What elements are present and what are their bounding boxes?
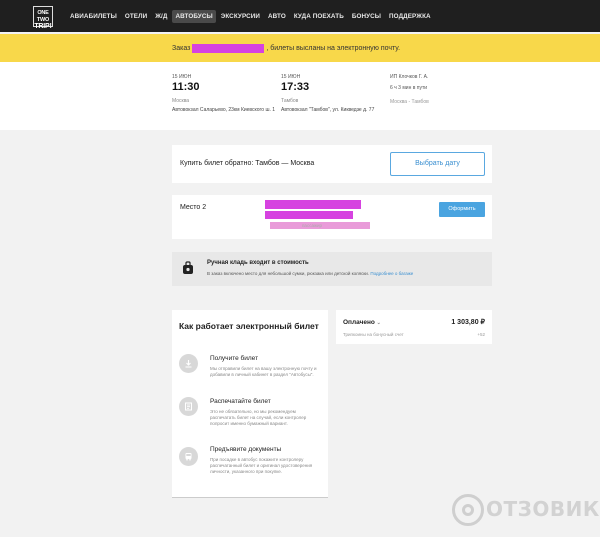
payment-summary: Оплачено ⌄ 1 303,80 ₽ Трипкоины на бонус… — [336, 310, 492, 344]
departure-date: 15 ИЮН — [172, 74, 192, 80]
step-get-ticket-desc: Мы отправили билет на вашу электронную п… — [210, 366, 317, 377]
watermark-logo-icon — [452, 494, 484, 526]
carrier-name: ИП Клочков Г. А. — [390, 74, 429, 80]
main-nav: АВИАБИЛЕТЫ ОТЕЛИ Ж/Д АВТОБУСЫ ЭКСКУРСИИ … — [67, 10, 436, 23]
departure-block: 15 ИЮН 11:30 Москва Автовокзал Саларьево… — [172, 74, 282, 114]
download-icon — [179, 354, 198, 373]
confirmation-banner: Заказ , билеты высланы на электронную по… — [0, 34, 600, 62]
payment-status[interactable]: Оплачено ⌄ — [343, 319, 381, 326]
issue-button[interactable]: Оформить — [439, 202, 485, 217]
nav-item-bonuses[interactable]: БОНУСЫ — [349, 10, 384, 23]
baggage-icon — [183, 261, 193, 274]
trip-route: Москва - Тамбов — [390, 99, 429, 105]
baggage-description: В заказ включено место для небольшой сум… — [207, 271, 413, 276]
arrival-date: 15 ИЮН — [281, 74, 301, 80]
trip-duration: 6 ч 3 мин в пути — [390, 85, 428, 91]
arrival-station: Автовокзал "Тамбов", ул. Кикведзе д. 77 — [281, 107, 375, 113]
nav-item-hotels[interactable]: ОТЕЛИ — [122, 10, 150, 23]
nav-item-where-to-go[interactable]: КУДА ПОЕХАТЬ — [291, 10, 347, 23]
chevron-down-icon: ⌄ — [376, 320, 381, 326]
top-navigation: ONE TWO TRIP! АВИАБИЛЕТЫ ОТЕЛИ Ж/Д АВТОБ… — [0, 0, 600, 32]
banner-suffix: , билеты высланы на электронную почту. — [266, 45, 401, 52]
redacted-passenger-name — [265, 200, 361, 209]
arrival-time: 17:33 — [281, 81, 310, 93]
baggage-info: Ручная кладь входит в стоимость В заказ … — [172, 252, 492, 286]
nav-item-excursions[interactable]: ЭКСКУРСИИ — [218, 10, 263, 23]
ticket-icon — [179, 397, 198, 416]
step-get-ticket-title: Получите билет — [210, 355, 259, 362]
carrier-block: ИП Клочков Г. А. 6 ч 3 мин в пути Москва… — [390, 74, 429, 105]
passenger-hint: пассажир — [302, 223, 322, 228]
how-it-works-title: Как работает электронный билет — [179, 321, 319, 331]
redacted-order-number — [192, 44, 265, 53]
otzovik-watermark: ОТЗОВИК — [452, 494, 599, 528]
payment-amount: 1 303,80 ₽ — [451, 319, 485, 326]
how-it-works-card: Как работает электронный билет Получите … — [172, 310, 328, 498]
nav-item-rail[interactable]: Ж/Д — [152, 10, 170, 23]
baggage-title: Ручная кладь входит в стоимость — [207, 260, 309, 266]
return-trip-text: Купить билет обратно: Тамбов — Москва — [180, 160, 315, 167]
step-show-docs-desc: При посадке в автобус покажите контролер… — [210, 457, 313, 474]
bonus-label: Трипкоины на бонусный счет — [343, 332, 404, 337]
banner-prefix: Заказ — [172, 45, 191, 52]
bus-icon — [179, 447, 198, 466]
nav-item-avia[interactable]: АВИАБИЛЕТЫ — [67, 10, 120, 23]
nav-item-support[interactable]: ПОДДЕРЖКА — [386, 10, 434, 23]
payment-status-label: Оплачено — [343, 319, 375, 326]
step-print-ticket-desc: Это не обязательно, но мы рекомендуем ра… — [210, 409, 307, 426]
seat-label: Место 2 — [180, 204, 207, 211]
logo-line2: TRIP! — [34, 23, 52, 30]
onetwotrip-logo[interactable]: ONE TWO TRIP! — [33, 6, 53, 30]
bonus-value: +52 — [477, 332, 485, 337]
departure-time: 11:30 — [172, 81, 200, 93]
banner-text: Заказ , билеты высланы на электронную по… — [172, 44, 400, 53]
departure-city: Москва — [172, 98, 190, 104]
watermark-text: ОТЗОВИК — [486, 497, 600, 521]
departure-station: Автовокзал Саларьево, 23км Киевского ш. … — [172, 107, 276, 113]
return-trip-card: Купить билет обратно: Тамбов — Москва Вы… — [172, 145, 492, 183]
step-print-ticket-title: Распечатайте билет — [210, 398, 271, 405]
trip-details: 15 ИЮН 11:30 Москва Автовокзал Саларьево… — [0, 62, 600, 130]
baggage-more-link[interactable]: Подробнее о багаже — [370, 271, 413, 276]
pick-date-button[interactable]: Выбрать дату — [390, 152, 485, 176]
nav-item-buses[interactable]: АВТОБУСЫ — [172, 10, 216, 23]
step-show-docs-title: Предъявите документы — [210, 446, 282, 453]
redacted-passenger-doc — [265, 211, 353, 219]
logo-line1: ONE TWO — [36, 10, 50, 23]
arrival-city: Тамбов — [281, 98, 299, 104]
seat-card: Место 2 пассажир Оформить — [172, 195, 492, 239]
arrival-block: 15 ИЮН 17:33 Тамбов Автовокзал "Тамбов",… — [281, 74, 391, 114]
nav-item-auto[interactable]: АВТО — [265, 10, 289, 23]
baggage-desc-text: В заказ включено место для небольшой сум… — [207, 271, 370, 276]
